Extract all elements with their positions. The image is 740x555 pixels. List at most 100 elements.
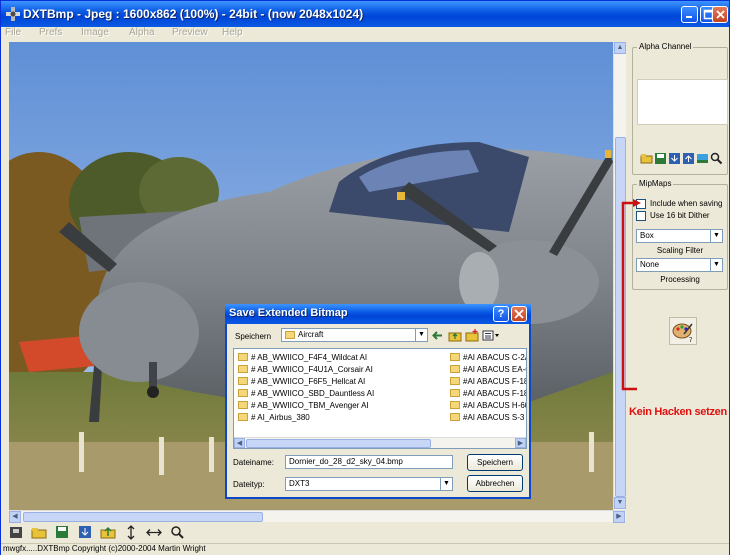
file-list[interactable]: # AB_WWIICO_F4F4_Wildcat AI # AB_WWIICO_… <box>233 348 527 449</box>
close-icon <box>716 10 725 19</box>
horizontal-scroll-thumb[interactable] <box>23 512 263 522</box>
new-folder-icon[interactable] <box>465 329 479 342</box>
dialog-title: Save Extended Bitmap <box>229 307 348 319</box>
processing-select[interactable]: None ▼ <box>636 258 723 272</box>
resize-horizontal-icon[interactable] <box>145 525 163 540</box>
scroll-left-arrow-icon[interactable]: ◀ <box>9 511 21 523</box>
list-item[interactable]: #AI ABACUS F-18 <box>450 375 527 387</box>
folder-icon <box>238 353 248 361</box>
use-16bit-dither-label: Use 16 bit Dither <box>650 211 710 220</box>
file-name: # AB_WWIICO_SBD_Dauntless AI <box>251 388 375 398</box>
file-name: #AI ABACUS S-3 <box>463 412 525 422</box>
view-menu-icon[interactable] <box>482 329 500 342</box>
svg-text:7: 7 <box>689 338 693 344</box>
file-name: #AI ABACUS F-18 <box>463 388 527 398</box>
menu-image[interactable]: Image <box>81 27 109 38</box>
save-icon[interactable] <box>53 525 71 540</box>
menu-bar: File Prefs Image Alpha Preview Help <box>1 27 729 41</box>
file-name: # AB_WWIICO_F4F4_Wildcat AI <box>251 352 368 362</box>
include-when-saving-label: Include when saving <box>650 199 723 208</box>
close-button[interactable] <box>712 6 728 23</box>
alpha-preview[interactable] <box>637 79 728 125</box>
list-item[interactable]: # AB_WWIICO_SBD_Dauntless AI <box>238 387 374 399</box>
annotation-arrow <box>621 199 641 391</box>
zoom-icon[interactable] <box>168 525 186 540</box>
up-folder-icon[interactable] <box>448 329 462 342</box>
filename-input[interactable]: Dornier_do_28_d2_sky_04.bmp <box>285 455 453 469</box>
import-icon[interactable] <box>668 152 681 165</box>
back-icon[interactable] <box>431 329 445 342</box>
folder-icon <box>450 353 460 361</box>
file-name: #AI ABACUS F-18 <box>463 376 527 386</box>
import-icon[interactable] <box>76 525 94 540</box>
chevron-down-icon[interactable]: ▼ <box>415 329 427 341</box>
scaling-filter-select[interactable]: Box ▼ <box>636 229 723 243</box>
folder-icon <box>238 365 248 373</box>
save-button[interactable]: Speichern <box>467 454 523 471</box>
chevron-down-icon[interactable]: ▼ <box>710 259 722 271</box>
chevron-down-icon[interactable]: ▼ <box>710 230 722 242</box>
menu-preview[interactable]: Preview <box>172 27 208 38</box>
save-in-select[interactable]: Aircraft ▼ <box>281 328 428 342</box>
bottom-toolbar <box>7 525 186 542</box>
minimize-button[interactable] <box>681 6 698 23</box>
horizontal-scrollbar[interactable]: ◀ ▶ <box>9 510 626 523</box>
file-list-scrollbar[interactable]: ◀ ▶ <box>234 437 526 448</box>
menu-help[interactable]: Help <box>222 27 243 38</box>
menu-file[interactable]: File <box>5 27 21 38</box>
filetype-value: DXT3 <box>289 479 310 488</box>
image-icon[interactable] <box>696 152 709 165</box>
save-in-label: Speichern <box>235 332 272 341</box>
list-item[interactable]: #AI ABACUS H-60 <box>450 399 526 411</box>
dialog-close-button[interactable] <box>511 306 527 322</box>
export-icon[interactable] <box>99 525 117 540</box>
list-item[interactable]: #AI ABACUS C-2A <box>450 351 527 363</box>
filetype-label: Dateityp: <box>233 480 265 489</box>
folder-icon <box>450 377 460 385</box>
minimize-icon <box>686 16 692 18</box>
list-item[interactable]: # AB_WWIICO_F4F4_Wildcat AI <box>238 351 374 363</box>
app-icon <box>6 7 20 21</box>
folder-icon <box>285 331 295 339</box>
resize-vertical-icon[interactable] <box>122 525 140 540</box>
cancel-button[interactable]: Abbrechen <box>467 475 523 492</box>
file-name: # AI_Airbus_380 <box>251 412 310 422</box>
scaling-filter-caption: Scaling Filter <box>656 246 704 255</box>
list-item[interactable]: #AI ABACUS EA-6 <box>450 363 526 375</box>
menu-alpha[interactable]: Alpha <box>129 27 155 38</box>
export-icon[interactable] <box>682 152 695 165</box>
scroll-left-arrow-icon[interactable]: ◀ <box>234 438 245 448</box>
zoom-icon[interactable] <box>710 152 723 165</box>
list-item[interactable]: #AI ABACUS S-3 <box>450 411 526 423</box>
filename-label: Dateiname: <box>233 458 274 467</box>
list-item[interactable]: # AB_WWIICO_TBM_Avenger AI <box>238 399 374 411</box>
list-item[interactable]: # AB_WWIICO_F4U1A_Corsair AI <box>238 363 374 375</box>
folder-icon <box>450 413 460 421</box>
load-icon[interactable] <box>7 525 25 540</box>
scroll-down-arrow-icon[interactable]: ▼ <box>614 497 626 509</box>
folder-icon <box>450 401 460 409</box>
alpha-icon-row <box>640 152 723 167</box>
file-list-scroll-thumb[interactable] <box>246 439 431 448</box>
save-icon[interactable] <box>654 152 667 165</box>
dialog-title-bar[interactable]: Save Extended Bitmap ? <box>225 304 531 324</box>
processing-caption: Processing <box>660 275 700 284</box>
scroll-up-arrow-icon[interactable]: ▲ <box>614 42 626 54</box>
folder-icon <box>238 377 248 385</box>
palette-button[interactable]: 7 <box>669 317 697 345</box>
list-item[interactable]: #AI ABACUS F-18 <box>450 387 527 399</box>
scroll-right-arrow-icon[interactable]: ▶ <box>613 511 625 523</box>
open-folder-icon[interactable] <box>30 525 48 540</box>
title-bar[interactable]: DXTBmp - Jpeg : 1600x862 (100%) - 24bit … <box>1 1 729 27</box>
file-column-2: #AI ABACUS C-2A #AI ABACUS EA-6 #AI ABAC… <box>450 351 527 423</box>
open-folder-icon[interactable] <box>640 152 653 165</box>
filetype-select[interactable]: DXT3 ▼ <box>285 477 453 491</box>
file-name: #AI ABACUS C-2A <box>463 352 527 362</box>
chevron-down-icon[interactable]: ▼ <box>440 478 452 490</box>
folder-icon <box>450 389 460 397</box>
help-button[interactable]: ? <box>493 306 509 322</box>
menu-prefs[interactable]: Prefs <box>39 27 62 38</box>
list-item[interactable]: # AI_Airbus_380 <box>238 411 374 423</box>
scroll-right-arrow-icon[interactable]: ▶ <box>515 438 526 448</box>
list-item[interactable]: # AB_WWIICO_F6F5_Hellcat AI <box>238 375 374 387</box>
